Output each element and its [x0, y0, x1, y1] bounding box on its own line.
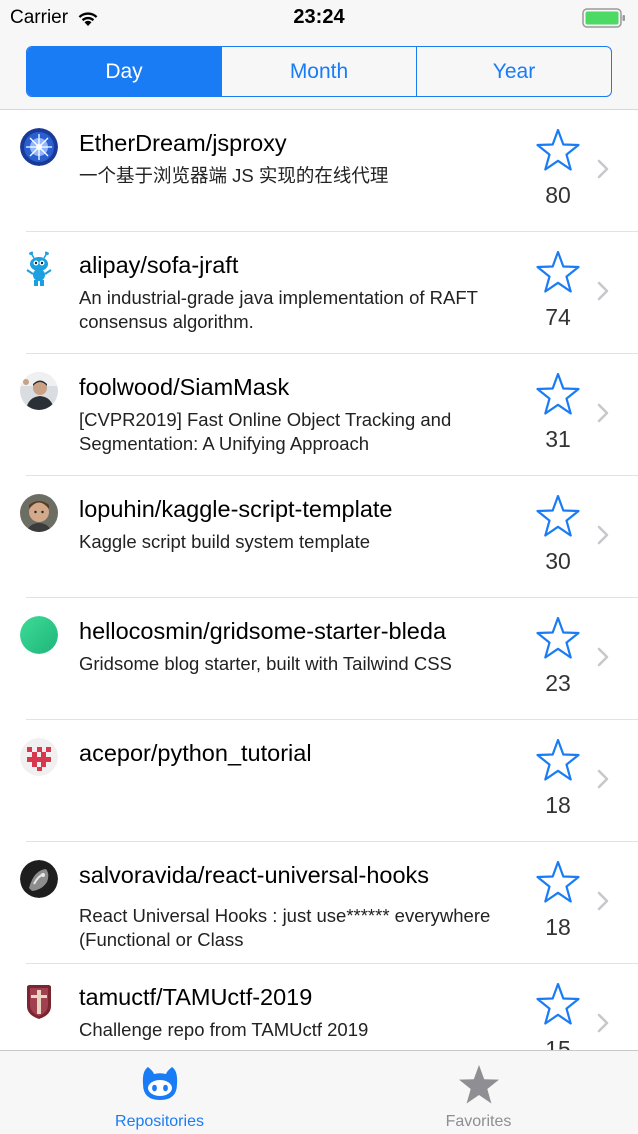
tab-bar: Repositories Favorites	[0, 1050, 638, 1134]
segment-year[interactable]: Year	[416, 47, 611, 96]
battery-icon	[582, 8, 625, 28]
star-outline-icon[interactable]	[535, 250, 581, 296]
segment-header: Day Month Year	[0, 36, 638, 110]
repo-row[interactable]: EtherDream/jsproxy 一个基于浏览器端 JS 实现的在线代理 8…	[0, 110, 638, 232]
avatar	[20, 982, 58, 1020]
avatar	[20, 738, 58, 776]
star-count: 31	[545, 426, 571, 452]
tab-label: Repositories	[115, 1113, 204, 1130]
repo-name: salvoravida/react-universal-hooks	[79, 862, 430, 888]
repo-row[interactable]: lopuhin/kaggle-script-template Kaggle sc…	[0, 476, 638, 598]
star-count: 23	[545, 670, 571, 696]
repo-description: [CVPR2019] Fast Online Object Tracking a…	[79, 409, 452, 454]
star-count: 18	[545, 914, 571, 940]
chevron-right-icon	[597, 159, 609, 179]
star-outline-icon[interactable]	[535, 616, 581, 662]
segment-month[interactable]: Month	[221, 47, 416, 96]
chevron-right-icon	[597, 403, 609, 423]
period-segmented-control[interactable]: Day Month Year	[26, 46, 612, 97]
avatar	[20, 250, 58, 288]
star-count: 18	[545, 792, 571, 818]
repo-description: 一个基于浏览器端 JS 实现的在线代理	[79, 165, 389, 186]
star-outline-icon[interactable]	[535, 128, 581, 174]
repository-list[interactable]: EtherDream/jsproxy 一个基于浏览器端 JS 实现的在线代理 8…	[0, 110, 638, 1050]
star-count: 30	[545, 548, 571, 574]
tab-favorites[interactable]: Favorites	[319, 1051, 638, 1134]
tab-repositories[interactable]: Repositories	[0, 1051, 319, 1134]
star-outline-icon[interactable]	[535, 738, 581, 784]
chevron-right-icon	[597, 891, 609, 911]
avatar	[20, 128, 58, 166]
chevron-right-icon	[597, 525, 609, 545]
star-count: 74	[545, 304, 571, 330]
star-count: 15	[545, 1036, 571, 1050]
repo-row[interactable]: tamuctf/TAMUctf-2019 Challenge repo from…	[0, 964, 638, 1050]
chevron-right-icon	[597, 1013, 609, 1033]
repo-row[interactable]: acepor/python_tutorial 18	[0, 720, 638, 842]
repo-name: foolwood/SiamMask	[79, 374, 290, 400]
repo-name: EtherDream/jsproxy	[79, 130, 287, 156]
avatar	[20, 616, 58, 654]
chevron-right-icon	[597, 647, 609, 667]
repo-name: alipay/sofa-jraft	[79, 252, 239, 278]
repo-name: lopuhin/kaggle-script-template	[79, 496, 393, 522]
status-time: 23:24	[293, 6, 345, 28]
chevron-right-icon	[597, 281, 609, 301]
repo-description: Kaggle script build system template	[79, 531, 370, 552]
repo-name: hellocosmin/gridsome-starter-bleda	[79, 618, 447, 644]
status-bar: Carrier 23:24	[0, 0, 638, 36]
chevron-right-icon	[597, 769, 609, 789]
repo-name: tamuctf/TAMUctf-2019	[79, 984, 313, 1010]
star-icon	[458, 1065, 499, 1104]
star-count: 80	[545, 182, 571, 208]
tab-label: Favorites	[445, 1113, 512, 1130]
repo-name: acepor/python_tutorial	[79, 740, 312, 766]
repo-description: An industrial-grade java implementation …	[79, 287, 478, 332]
repo-description: React Universal Hooks : just use****** e…	[79, 905, 491, 950]
avatar	[20, 860, 58, 898]
repo-row[interactable]: alipay/sofa-jraft An industrial-grade ja…	[0, 232, 638, 354]
repo-row[interactable]: hellocosmin/gridsome-starter-bleda Grids…	[0, 598, 638, 720]
star-outline-icon[interactable]	[535, 494, 581, 540]
repo-description: Gridsome blog starter, built with Tailwi…	[79, 653, 452, 674]
segment-day[interactable]: Day	[27, 47, 221, 96]
avatar	[20, 494, 58, 532]
github-octocat-icon	[142, 1067, 177, 1100]
star-outline-icon[interactable]	[535, 372, 581, 418]
avatar	[20, 372, 58, 410]
star-outline-icon[interactable]	[535, 982, 581, 1028]
star-outline-icon[interactable]	[535, 860, 581, 906]
repo-description: Challenge repo from TAMUctf 2019	[79, 1019, 369, 1040]
repo-row[interactable]: salvoravida/react-universal-hooks React …	[0, 842, 638, 964]
repo-row[interactable]: foolwood/SiamMask [CVPR2019] Fast Online…	[0, 354, 638, 476]
